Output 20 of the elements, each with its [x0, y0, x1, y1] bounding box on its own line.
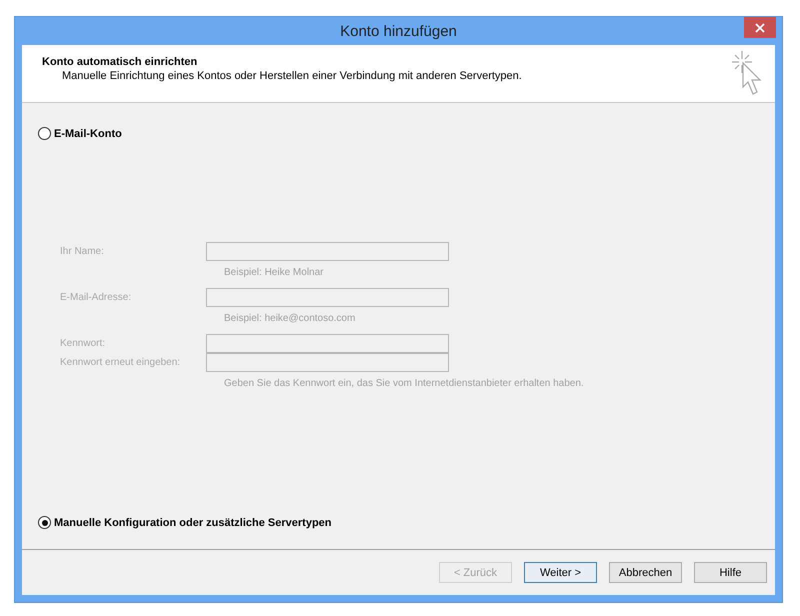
- dialog-button[interactable]: Weiter >: [524, 562, 597, 583]
- field-label: Kennwort:: [60, 338, 106, 349]
- field-label: E-Mail-Adresse:: [60, 292, 132, 303]
- radio-button[interactable]: [38, 516, 51, 529]
- cursor-click-icon: [729, 49, 763, 97]
- field-hint: Beispiel: Heike Molnar: [224, 267, 324, 278]
- dialog-button[interactable]: Abbrechen: [609, 562, 682, 583]
- field-hint: Geben Sie das Kennwort ein, das Sie vom Internetdienstanbieter erhalten haben.: [224, 378, 584, 389]
- header-subtitle: Manuelle Einrichtung eines Kontos oder Herstellen einer Verbindung mit anderen Servertypen.: [61, 70, 522, 82]
- field-label: Kennwort erneut eingeben:: [60, 357, 182, 368]
- header-title: Konto automatisch einrichten: [42, 56, 198, 68]
- window-title: Konto hinzufügen: [340, 22, 457, 40]
- field-label: Ihr Name:: [60, 246, 105, 257]
- close-icon: [755, 22, 765, 32]
- dialog-button[interactable]: Hilfe: [694, 562, 767, 583]
- close-button[interactable]: [744, 17, 776, 38]
- radio-label[interactable]: E-Mail-Konto: [54, 128, 122, 140]
- radio-label[interactable]: Manuelle Konfiguration oder zusätzliche Servertypen: [54, 516, 332, 528]
- radio-button[interactable]: [38, 127, 51, 140]
- field-hint: Beispiel: heike@contoso.com: [224, 313, 356, 324]
